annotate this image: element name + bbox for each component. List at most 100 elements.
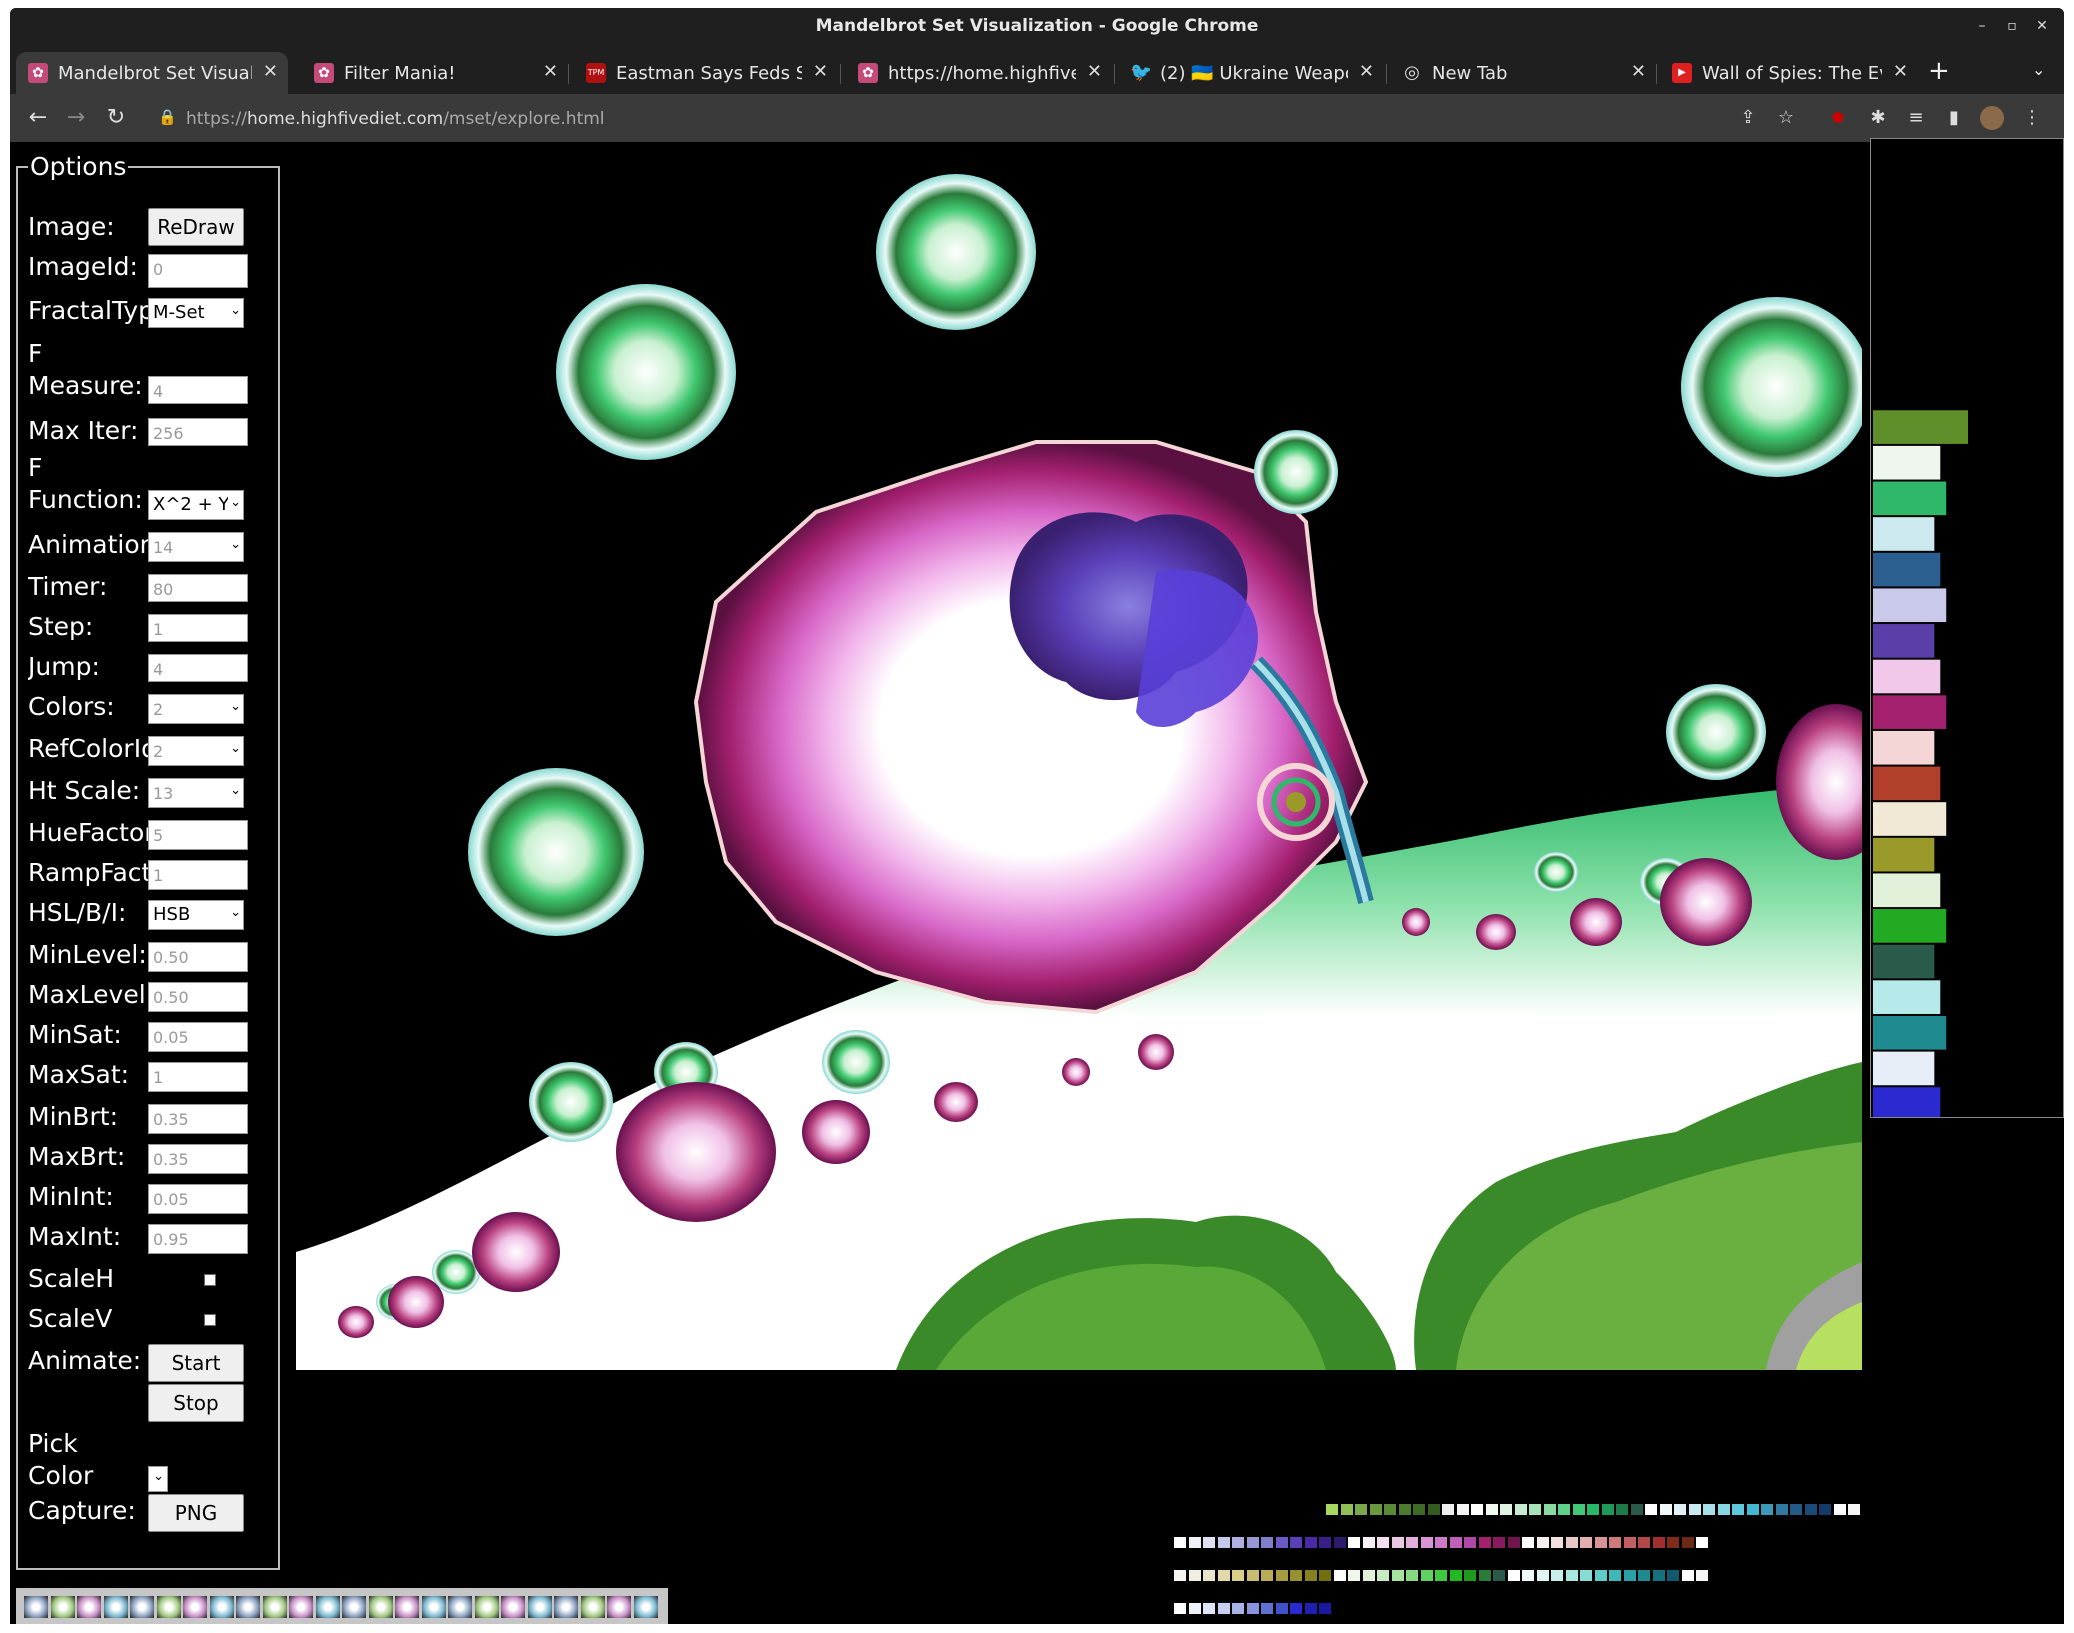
url-text[interactable]: https://home.highfivediet.com/mset/explo… xyxy=(186,109,605,129)
animation-thumbnail[interactable] xyxy=(342,1596,366,1618)
color-swatch[interactable] xyxy=(1275,1537,1288,1548)
color-swatch[interactable] xyxy=(1232,1570,1244,1581)
scaleh-checkbox[interactable] xyxy=(204,1274,216,1286)
color-swatch[interactable] xyxy=(1746,1504,1759,1515)
rampfactor-input[interactable]: 1 xyxy=(148,860,248,890)
ublock-icon[interactable]: ⬟ xyxy=(1826,106,1850,130)
color-swatch[interactable] xyxy=(1377,1537,1389,1548)
color-swatch[interactable] xyxy=(1355,1504,1367,1515)
redraw-button[interactable]: ReDraw xyxy=(148,208,244,246)
menu-kebab-icon[interactable]: ⋮ xyxy=(2020,106,2044,130)
animation-thumbnail[interactable] xyxy=(156,1596,181,1618)
fractaltype-select[interactable]: M-Set ⌄ xyxy=(148,298,244,328)
color-swatch[interactable] xyxy=(1333,1537,1346,1548)
imageid-input[interactable]: 0 xyxy=(148,254,248,288)
color-swatch[interactable] xyxy=(1522,1537,1534,1548)
animation-thumbnail[interactable] xyxy=(607,1596,631,1618)
color-swatch[interactable] xyxy=(1319,1537,1331,1548)
color-swatch[interactable] xyxy=(1493,1570,1505,1581)
tab-mandelbrot[interactable]: ✿ Mandelbrot Set Visual ✕ xyxy=(16,52,288,94)
huefactor-input[interactable]: 5 xyxy=(148,820,248,850)
color-swatch[interactable] xyxy=(1203,1537,1215,1548)
address-bar[interactable]: 🔒 https://home.highfivediet.com/mset/exp… xyxy=(150,100,1750,136)
animation-thumbnail[interactable] xyxy=(474,1596,499,1618)
color-swatch[interactable] xyxy=(1507,1570,1520,1581)
tab-close-icon[interactable]: ✕ xyxy=(813,61,828,82)
color-swatch[interactable] xyxy=(1246,1537,1259,1548)
minbrt-input[interactable]: 0.35 xyxy=(148,1104,248,1134)
step-input[interactable]: 1 xyxy=(148,614,248,642)
animation-thumbnail[interactable] xyxy=(368,1596,393,1618)
color-swatch[interactable] xyxy=(1348,1570,1360,1581)
color-swatch[interactable] xyxy=(1565,1537,1578,1548)
color-swatch[interactable] xyxy=(1188,1570,1201,1581)
media-queue-icon[interactable]: ≡ xyxy=(1904,106,1928,130)
color-swatch[interactable] xyxy=(1398,1504,1411,1515)
animation-thumbnail[interactable] xyxy=(236,1596,260,1618)
color-swatch[interactable] xyxy=(1188,1537,1201,1548)
reload-icon[interactable]: ↻ xyxy=(102,104,130,132)
color-swatch[interactable] xyxy=(1319,1603,1331,1614)
color-swatch[interactable] xyxy=(1696,1537,1708,1548)
animation-thumbnail[interactable] xyxy=(289,1596,313,1618)
tab-close-icon[interactable]: ✕ xyxy=(1631,61,1646,82)
color-swatch[interactable] xyxy=(1377,1570,1389,1581)
tab-youtube[interactable]: ▶ Wall of Spies: The Evol ✕ xyxy=(1660,52,1918,94)
color-swatch[interactable] xyxy=(1580,1570,1592,1581)
fractal-canvas[interactable] xyxy=(296,142,1862,1370)
color-swatch[interactable] xyxy=(1217,1570,1230,1581)
tab-close-icon[interactable]: ✕ xyxy=(263,61,278,82)
color-swatch[interactable] xyxy=(1529,1504,1541,1515)
color-swatch[interactable] xyxy=(1594,1537,1607,1548)
animation-thumbnail[interactable] xyxy=(183,1596,207,1618)
color-swatch[interactable] xyxy=(1464,1537,1476,1548)
color-swatch[interactable] xyxy=(1304,1603,1317,1614)
tab-highfive[interactable]: ✿ https://home.highfive ✕ xyxy=(846,52,1112,94)
color-swatch[interactable] xyxy=(1261,1570,1273,1581)
color-swatch[interactable] xyxy=(1761,1504,1773,1515)
tab-close-icon[interactable]: ✕ xyxy=(1359,61,1374,82)
bookmark-star-icon[interactable]: ☆ xyxy=(1774,106,1798,130)
tab-eastman[interactable]: TPM Eastman Says Feds Sei ✕ xyxy=(574,52,838,94)
color-swatch[interactable] xyxy=(1674,1504,1686,1515)
color-swatch[interactable] xyxy=(1696,1570,1708,1581)
color-swatch[interactable] xyxy=(1493,1537,1505,1548)
color-swatch[interactable] xyxy=(1384,1504,1396,1515)
color-swatch[interactable] xyxy=(1406,1537,1418,1548)
color-swatch[interactable] xyxy=(1638,1537,1650,1548)
maxbrt-input[interactable]: 0.35 xyxy=(148,1144,248,1174)
color-swatch[interactable] xyxy=(1333,1570,1346,1581)
minimize-icon[interactable]: – xyxy=(1970,14,1994,38)
color-swatch[interactable] xyxy=(1427,1504,1440,1515)
color-swatch[interactable] xyxy=(1485,1504,1498,1515)
color-swatch[interactable] xyxy=(1551,1537,1563,1548)
color-swatch[interactable] xyxy=(1232,1603,1244,1614)
minlevel-input[interactable]: 0.50 xyxy=(148,942,248,972)
animation-select[interactable]: 14 ⌄ xyxy=(148,532,244,562)
color-swatch[interactable] xyxy=(1435,1537,1447,1548)
color-swatch[interactable] xyxy=(1659,1504,1672,1515)
animation-thumbnail[interactable] xyxy=(633,1596,658,1618)
close-window-icon[interactable]: ✕ xyxy=(2030,14,2054,38)
color-swatch[interactable] xyxy=(1174,1537,1186,1548)
refcolorid-select[interactable]: 2 ⌄ xyxy=(148,736,244,766)
color-swatch[interactable] xyxy=(1348,1537,1360,1548)
tab-twitter[interactable]: 🐦 (2) 🇺🇦 Ukraine Weapo ✕ xyxy=(1118,52,1384,94)
maximize-icon[interactable]: ▫ xyxy=(2000,14,2024,38)
color-swatch[interactable] xyxy=(1551,1570,1563,1581)
color-swatch[interactable] xyxy=(1413,1504,1425,1515)
color-swatch[interactable] xyxy=(1369,1504,1382,1515)
new-tab-button[interactable]: + xyxy=(1928,56,1950,86)
color-swatch[interactable] xyxy=(1261,1537,1273,1548)
color-swatch[interactable] xyxy=(1601,1504,1614,1515)
color-swatch[interactable] xyxy=(1833,1504,1846,1515)
animation-thumbnail[interactable] xyxy=(527,1596,552,1618)
color-swatch[interactable] xyxy=(1290,1570,1302,1581)
color-swatch[interactable] xyxy=(1326,1504,1338,1515)
color-swatch[interactable] xyxy=(1681,1570,1694,1581)
color-swatch[interactable] xyxy=(1478,1570,1491,1581)
jump-input[interactable]: 4 xyxy=(148,654,248,682)
ffunction-select[interactable]: X^2 + Y ⌄ xyxy=(148,490,244,520)
color-swatch[interactable] xyxy=(1572,1504,1585,1515)
minsat-input[interactable]: 0.05 xyxy=(148,1022,248,1052)
